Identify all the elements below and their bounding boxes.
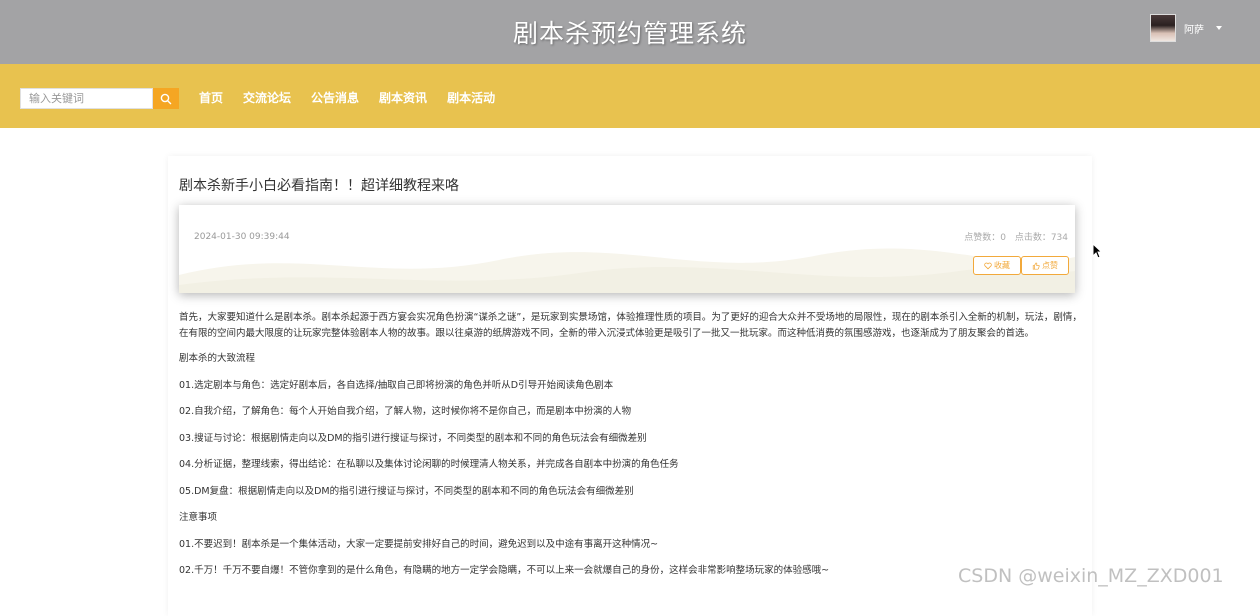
article-meta-card: 2024-01-30 09:39:44 点赞数：0 点击数：734 收藏 点赞	[179, 205, 1075, 293]
nav-announcements[interactable]: 公告消息	[311, 89, 359, 106]
nav-script-events[interactable]: 剧本活动	[447, 89, 495, 106]
like-button[interactable]: 点赞	[1021, 256, 1069, 275]
paragraph: 03.搜证与讨论：根据剧情走向以及DM的指引进行搜证与探讨，不同类型的剧本和不同…	[179, 432, 647, 444]
paragraph: 02.自我介绍，了解角色：每个人开始自我介绍，了解人物，这时候你将不是你自己，而…	[179, 406, 632, 417]
paragraph: 注意事项	[179, 512, 218, 523]
paragraph: 05.DM复盘：根据剧情走向以及DM的指引进行搜证与探讨，不同类型的剧本和不同的…	[179, 485, 634, 497]
nav-links: 首页 交流论坛 公告消息 剧本资讯 剧本活动	[199, 89, 515, 106]
paragraph: 04.分析证据，整理线索，得出结论：在私聊以及集体讨论闲聊的时候理清人物关系，并…	[179, 459, 679, 470]
username[interactable]: 阿萨	[1184, 21, 1204, 36]
nav-forum[interactable]: 交流论坛	[243, 89, 291, 106]
favorite-button[interactable]: 收藏	[973, 256, 1021, 275]
search-input[interactable]	[20, 88, 153, 109]
article-stats: 点赞数：0 点击数：734	[958, 230, 1068, 243]
avatar[interactable]	[1150, 14, 1176, 42]
user-menu[interactable]: 阿萨	[1150, 14, 1222, 42]
nav-script-news[interactable]: 剧本资讯	[379, 89, 427, 106]
favorite-label: 收藏	[994, 261, 1010, 270]
paragraph: 01.不要迟到！剧本杀是一个集体活动，大家一定要提前安排好自己的时间，避免迟到以…	[179, 538, 659, 550]
decorative-background	[179, 248, 1075, 293]
mouse-cursor-icon	[1092, 243, 1102, 259]
paragraph: 剧本杀的大致流程	[179, 353, 256, 364]
nav-bar	[0, 64, 1260, 128]
watermark: CSDN @weixin_MZ_ZXD001	[958, 565, 1224, 587]
article-title: 剧本杀新手小白必看指南！！超详细教程来咯	[179, 178, 459, 194]
paragraph: 首先，大家要知道什么是剧本杀。剧本杀起源于西方宴会实况角色扮演“谋杀之谜”，是玩…	[179, 312, 1082, 339]
paragraph: 01.选定剧本与角色：选定好剧本后，各自选择/抽取自己即将扮演的角色并听从D引导…	[179, 379, 614, 391]
article-body: 首先，大家要知道什么是剧本杀。剧本杀起源于西方宴会实况角色扮演“谋杀之谜”，是玩…	[179, 310, 1084, 590]
like-count: 点赞数：0	[964, 233, 1006, 243]
heart-icon	[984, 262, 992, 269]
top-header: 剧本杀预约管理系统 阿萨	[0, 0, 1260, 64]
nav-home[interactable]: 首页	[199, 89, 223, 106]
search-button[interactable]	[153, 88, 179, 109]
site-title: 剧本杀预约管理系统	[512, 19, 747, 48]
like-label: 点赞	[1042, 261, 1058, 270]
thumbs-up-icon	[1032, 262, 1040, 270]
chevron-down-icon[interactable]	[1216, 26, 1222, 30]
publish-date: 2024-01-30 09:39:44	[194, 232, 290, 242]
click-count: 点击数：734	[1014, 233, 1068, 243]
paragraph: 02.千万！千万不要自爆！不管你拿到的是什么角色，有隐瞒的地方一定学会隐瞒，不可…	[179, 565, 830, 576]
search-icon	[160, 93, 172, 104]
